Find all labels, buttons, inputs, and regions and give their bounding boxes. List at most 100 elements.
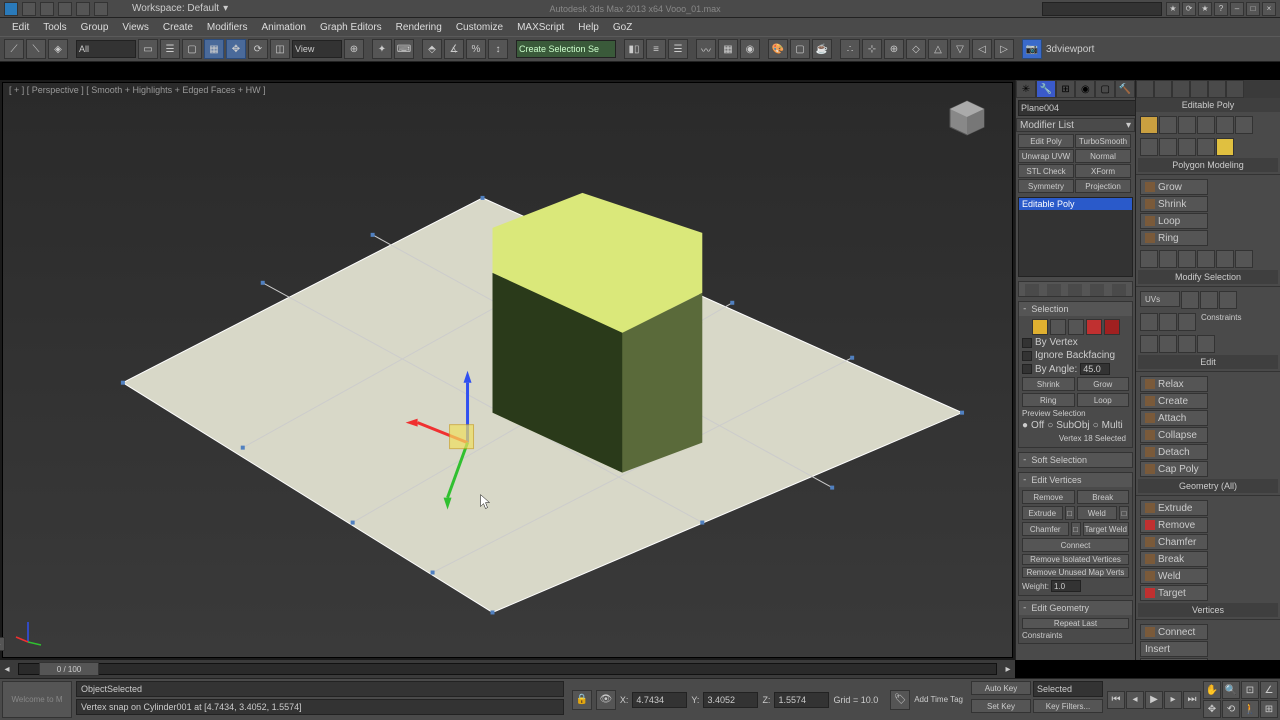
rib-weld[interactable]: Weld xyxy=(1140,568,1208,584)
rib-connect[interactable]: Connect xyxy=(1140,624,1208,640)
render-frame-icon[interactable]: ▢ xyxy=(790,39,810,59)
unlink-icon[interactable]: ⟍ xyxy=(26,39,46,59)
z-input[interactable] xyxy=(774,692,829,708)
rib-attach[interactable]: Attach xyxy=(1140,410,1208,426)
tab-hierarchy[interactable]: ⊞ xyxy=(1056,80,1076,98)
rib-e3-icon[interactable] xyxy=(1178,335,1196,353)
manipulate-icon[interactable]: ✦ xyxy=(372,39,392,59)
subobj-border[interactable] xyxy=(1068,319,1084,335)
rib-collapse[interactable]: Collapse xyxy=(1140,427,1208,443)
search-input[interactable] xyxy=(1042,2,1162,16)
mod-turbosmooth[interactable]: TurboSmooth xyxy=(1075,134,1131,148)
rib-shrink[interactable]: Shrink xyxy=(1140,196,1208,212)
rib-ms5-icon[interactable] xyxy=(1216,250,1234,268)
rib-ms1-icon[interactable] xyxy=(1140,250,1158,268)
snap7-icon[interactable]: ◁ xyxy=(972,39,992,59)
configure-sets-icon[interactable] xyxy=(1112,284,1126,296)
rib-c2-icon[interactable] xyxy=(1159,313,1177,331)
radio-subobj[interactable]: SubObj xyxy=(1056,420,1089,431)
viewport-perspective[interactable]: [ + ] [ Perspective ] [ Smooth + Highlig… xyxy=(2,82,1013,658)
align-icon[interactable]: ≡ xyxy=(646,39,666,59)
menu-goz[interactable]: GoZ xyxy=(607,20,638,35)
chk-by-angle[interactable] xyxy=(1022,364,1032,374)
mod-edit-poly[interactable]: Edit Poly xyxy=(1018,134,1074,148)
rib-break[interactable]: Break xyxy=(1140,551,1208,567)
timeline-prev-icon[interactable]: ◂ xyxy=(0,664,14,675)
menu-graph-editors[interactable]: Graph Editors xyxy=(314,20,388,35)
rib-relax[interactable]: Relax xyxy=(1140,376,1208,392)
goto-end-icon[interactable]: ⏭ xyxy=(1183,691,1201,709)
rib-cap-poly[interactable]: Cap Poly xyxy=(1140,461,1208,477)
rib-e4-icon[interactable] xyxy=(1197,335,1215,353)
radio-off[interactable]: Off xyxy=(1031,420,1044,431)
rollout-soft-selection[interactable]: Soft Selection xyxy=(1019,453,1132,467)
rib-e2-icon[interactable] xyxy=(1159,335,1177,353)
rib-tool2-icon[interactable] xyxy=(1159,138,1177,156)
btn-chamfer[interactable]: Chamfer xyxy=(1022,522,1069,536)
save-icon[interactable] xyxy=(58,2,72,16)
btn-repeat-last[interactable]: Repeat Last xyxy=(1022,618,1129,629)
weight-input[interactable] xyxy=(1051,580,1081,592)
next-frame-icon[interactable]: ▸ xyxy=(1164,691,1182,709)
rib-poly-icon[interactable] xyxy=(1197,116,1215,134)
mod-symmetry[interactable]: Symmetry xyxy=(1018,179,1074,193)
rib-dist-con[interactable]: Dist Con.. xyxy=(1140,658,1208,660)
maximize-icon[interactable]: □ xyxy=(1246,2,1260,16)
rib-remove[interactable]: Remove xyxy=(1140,517,1208,533)
grabviewport-icon[interactable]: 📷 xyxy=(1022,39,1042,59)
chk-ignore-backfacing[interactable] xyxy=(1022,351,1032,361)
rib-detach[interactable]: Detach xyxy=(1140,444,1208,460)
rib-ms6-icon[interactable] xyxy=(1235,250,1253,268)
show-end-result-icon[interactable] xyxy=(1047,284,1061,296)
rib-element-icon[interactable] xyxy=(1216,116,1234,134)
object-name-input[interactable] xyxy=(1018,100,1141,116)
y-input[interactable] xyxy=(703,692,758,708)
snap3-icon[interactable]: ⊕ xyxy=(884,39,904,59)
workspace-dropdown-icon[interactable]: ▾ xyxy=(223,3,228,14)
question-icon[interactable]: ? xyxy=(1214,2,1228,16)
rib-c3-icon[interactable] xyxy=(1178,313,1196,331)
ribbon-tab-3[interactable] xyxy=(1172,80,1190,98)
rib-target[interactable]: Target xyxy=(1140,585,1208,601)
material-editor-icon[interactable]: ◉ xyxy=(740,39,760,59)
pin-stack-icon[interactable] xyxy=(1025,284,1039,296)
named-selection-set[interactable] xyxy=(516,40,616,58)
rib-uv2-icon[interactable] xyxy=(1200,291,1218,309)
redo-icon[interactable] xyxy=(94,2,108,16)
menu-maxscript[interactable]: MAXScript xyxy=(511,20,570,35)
help-icon[interactable]: ★ xyxy=(1166,2,1180,16)
btn-loop[interactable]: Loop xyxy=(1077,393,1130,407)
snap2-icon[interactable]: ⊹ xyxy=(862,39,882,59)
time-tag-icon[interactable]: 🏷 xyxy=(890,690,910,710)
menu-modifiers[interactable]: Modifiers xyxy=(201,20,254,35)
mod-projection[interactable]: Projection xyxy=(1075,179,1131,193)
rib-tool1-icon[interactable] xyxy=(1140,138,1158,156)
isolate-icon[interactable]: 👁 xyxy=(596,690,616,710)
rib-ring[interactable]: Ring xyxy=(1140,230,1208,246)
rib-ms2-icon[interactable] xyxy=(1159,250,1177,268)
nav-orbit-icon[interactable]: ⟲ xyxy=(1222,700,1240,718)
tab-modify[interactable]: 🔧 xyxy=(1036,80,1056,98)
menu-customize[interactable]: Customize xyxy=(450,20,509,35)
nav-zoom-icon[interactable]: 🔍 xyxy=(1222,681,1240,699)
subobj-element[interactable] xyxy=(1104,319,1120,335)
rib-loop[interactable]: Loop xyxy=(1140,213,1208,229)
tab-motion[interactable]: ◉ xyxy=(1075,80,1095,98)
subobj-edge[interactable] xyxy=(1050,319,1066,335)
snap8-icon[interactable]: ▷ xyxy=(994,39,1014,59)
prev-frame-icon[interactable]: ◂ xyxy=(1126,691,1144,709)
rib-create[interactable]: Create xyxy=(1140,393,1208,409)
render-icon[interactable]: ☕ xyxy=(812,39,832,59)
help2-icon[interactable]: ★ xyxy=(1198,2,1212,16)
nav-zoom-ext-icon[interactable]: ⊡ xyxy=(1241,681,1259,699)
lock-icon[interactable]: 🔒 xyxy=(572,690,592,710)
menu-group[interactable]: Group xyxy=(75,20,115,35)
pivot-icon[interactable]: ⊕ xyxy=(344,39,364,59)
btn-ring[interactable]: Ring xyxy=(1022,393,1075,407)
layers-icon[interactable]: ☰ xyxy=(668,39,688,59)
ribbon-tab-1[interactable] xyxy=(1136,80,1154,98)
play-icon[interactable]: ▶ xyxy=(1145,691,1163,709)
by-angle-input[interactable] xyxy=(1080,363,1110,375)
mod-normal[interactable]: Normal xyxy=(1075,149,1131,163)
ref-coord[interactable] xyxy=(292,40,342,58)
